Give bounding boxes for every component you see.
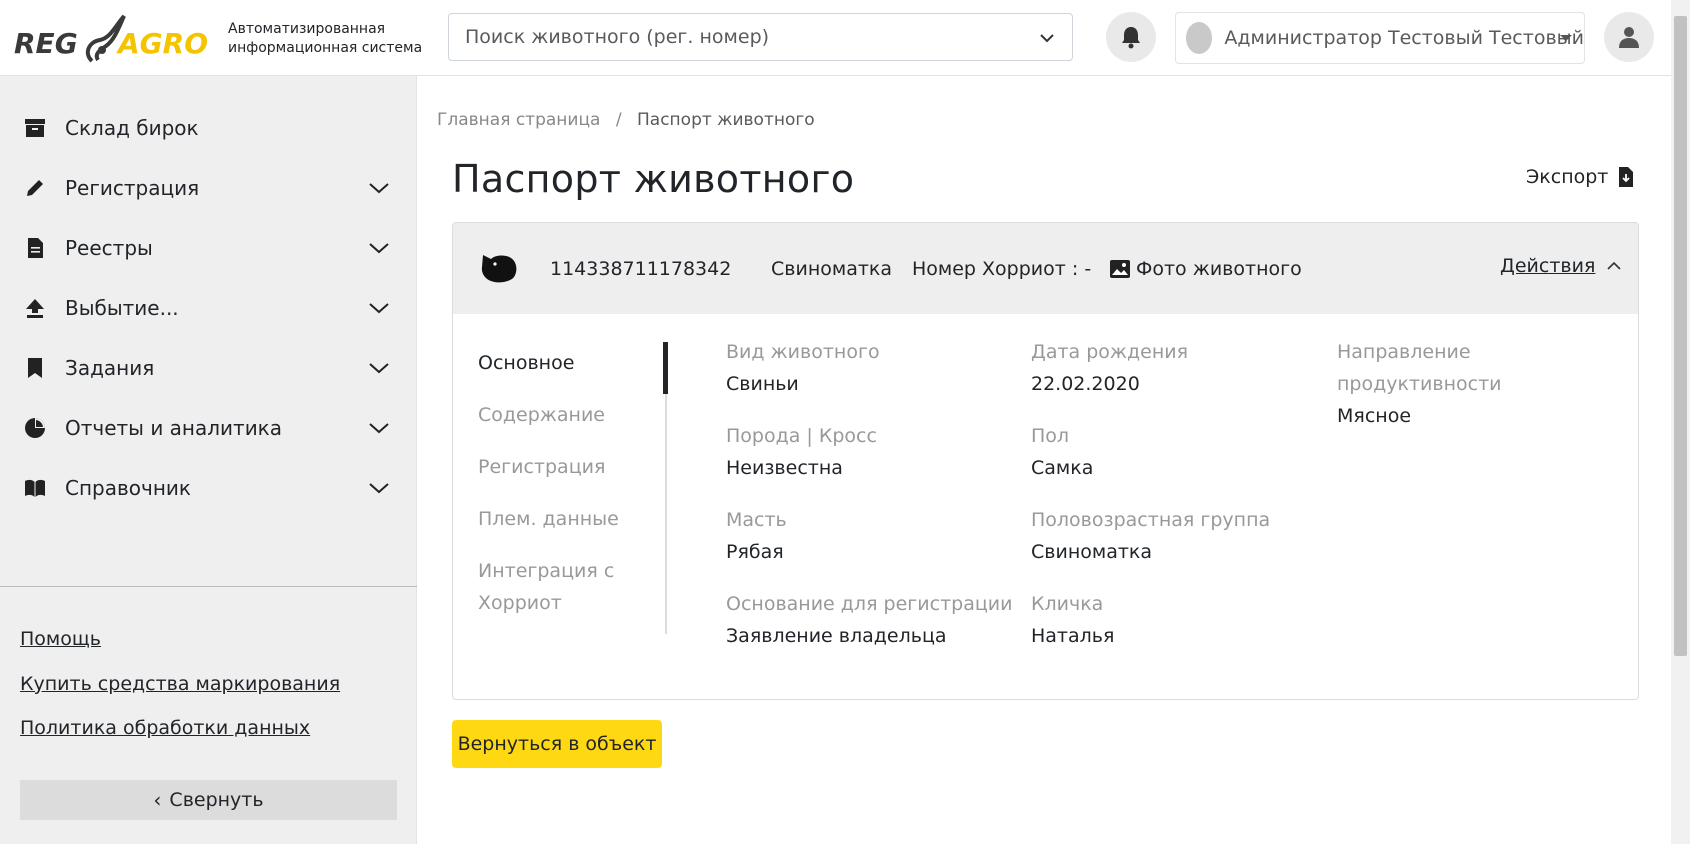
chevron-down-icon[interactable] [368, 357, 390, 379]
breadcrumb-separator: / [615, 110, 622, 130]
avatar [1186, 22, 1213, 54]
sidebar-item-label: Задания [65, 356, 155, 380]
field-species: Вид животного Свиньи [726, 341, 880, 395]
pig-icon [481, 255, 517, 283]
image-icon [1110, 260, 1130, 278]
sidebar-item-tasks[interactable]: Задания [0, 338, 417, 398]
chevron-down-icon[interactable] [368, 297, 390, 319]
sidebar: Склад бирок Регистрация Реестры Выбытие.… [0, 76, 417, 844]
tab-keeping[interactable]: Содержание [478, 399, 605, 431]
upload-arrow-icon [26, 299, 44, 318]
animal-search-input[interactable]: Поиск животного (рег. номер) [448, 13, 1073, 61]
sidebar-item-tags-warehouse[interactable]: Склад бирок [0, 98, 417, 158]
sidebar-item-label: Выбытие... [65, 296, 179, 320]
field-sex: Пол Самка [1031, 425, 1094, 479]
logo-subtitle: Автоматизированная информационная систем… [228, 21, 423, 56]
tab-main[interactable]: Основное [478, 347, 574, 379]
field-color: Масть Рябая [726, 509, 787, 563]
profile-button[interactable] [1604, 12, 1654, 62]
field-sex-age-group: Половозрастная группа Свиноматка [1031, 509, 1271, 563]
chevron-down-icon[interactable] [368, 477, 390, 499]
sidebar-item-reference[interactable]: Справочник [0, 458, 417, 518]
sidebar-item-label: Отчеты и аналитика [65, 416, 283, 440]
tab-horriot-integration[interactable]: Интеграция с Хорриот [478, 555, 628, 619]
sidebar-item-registration[interactable]: Регистрация [0, 158, 417, 218]
horriot-number: Номер Хорриот : - [912, 258, 1092, 280]
user-menu[interactable]: Администратор Тестовый Тестовый [1175, 12, 1585, 64]
help-link[interactable]: Помощь [20, 628, 101, 650]
sidebar-item-label: Регистрация [65, 176, 200, 200]
file-download-icon [1619, 167, 1634, 187]
archive-icon [25, 119, 45, 137]
tab-registration[interactable]: Регистрация [478, 451, 605, 483]
svg-text:REG: REG [14, 27, 78, 60]
page-title: Паспорт животного [452, 157, 855, 201]
document-icon [28, 238, 43, 258]
chevron-left-icon: ‹ [153, 788, 162, 812]
sidebar-item-label: Реестры [65, 236, 153, 260]
animal-photo-link[interactable]: Фото животного [1110, 258, 1302, 280]
field-breed: Порода | Кросс Неизвестна [726, 425, 877, 479]
sidebar-item-label: Склад бирок [65, 116, 199, 140]
user-icon [1619, 27, 1639, 48]
chevron-down-icon[interactable] [368, 237, 390, 259]
back-to-object-button[interactable]: Вернуться в объект [452, 720, 662, 768]
search-placeholder: Поиск животного (рег. номер) [465, 26, 770, 48]
animal-type: Свиноматка [771, 258, 893, 280]
pie-chart-icon [25, 418, 45, 438]
collapse-label: Свернуть [169, 789, 264, 811]
export-button[interactable]: Экспорт [1526, 166, 1634, 188]
tab-breeding-data[interactable]: Плем. данные [478, 503, 619, 535]
actions-label: Действия [1500, 255, 1596, 277]
sidebar-item-disposal[interactable]: Выбытие... [0, 278, 417, 338]
actions-dropdown[interactable]: Действия [1500, 255, 1621, 277]
field-nickname: Кличка Наталья [1031, 593, 1115, 647]
active-tab-indicator [663, 342, 668, 394]
top-header: REG AGRO Автоматизированная информационн… [0, 0, 1671, 76]
book-icon [25, 479, 45, 497]
caret-down-icon [1560, 35, 1572, 41]
animal-summary-header: 114338711178342 Свиноматка Номер Хорриот… [453, 223, 1638, 314]
bookmark-icon [28, 358, 42, 378]
user-name: Администратор Тестовый Тестовый [1224, 27, 1584, 49]
sidebar-item-label: Справочник [65, 476, 191, 500]
sidebar-divider [0, 586, 417, 587]
field-reg-basis: Основание для регистрации Заявление влад… [726, 593, 1013, 647]
sidebar-item-reports[interactable]: Отчеты и аналитика [0, 398, 417, 458]
field-productivity: Направление продуктивности Мясное [1337, 341, 1502, 427]
animal-passport-card: 114338711178342 Свиноматка Номер Хорриот… [452, 222, 1639, 700]
scrollbar-thumb[interactable] [1674, 16, 1687, 656]
collapse-sidebar-button[interactable]: ‹ Свернуть [20, 780, 397, 820]
photo-label: Фото животного [1136, 258, 1302, 280]
chevron-down-icon[interactable] [1038, 29, 1056, 47]
chevron-down-icon[interactable] [368, 177, 390, 199]
buy-marking-link[interactable]: Купить средства маркирования [20, 673, 340, 695]
breadcrumb-current: Паспорт животного [637, 110, 815, 130]
sidebar-item-registries[interactable]: Реестры [0, 218, 417, 278]
animal-reg-number: 114338711178342 [550, 258, 732, 280]
privacy-policy-link[interactable]: Политика обработки данных [20, 717, 310, 739]
chevron-up-icon [1607, 261, 1621, 270]
page-scrollbar[interactable] [1671, 0, 1690, 844]
chevron-down-icon[interactable] [368, 417, 390, 439]
svg-text:AGRO: AGRO [116, 27, 208, 60]
field-birth-date: Дата рождения 22.02.2020 [1031, 341, 1189, 395]
pencil-icon [27, 180, 43, 196]
regagro-logo[interactable]: REG AGRO [14, 6, 214, 68]
export-label: Экспорт [1526, 166, 1609, 188]
breadcrumb-home[interactable]: Главная страница [437, 110, 600, 130]
breadcrumb: Главная страница / Паспорт животного [437, 110, 815, 130]
bell-icon [1122, 27, 1140, 49]
notifications-button[interactable] [1106, 12, 1156, 62]
